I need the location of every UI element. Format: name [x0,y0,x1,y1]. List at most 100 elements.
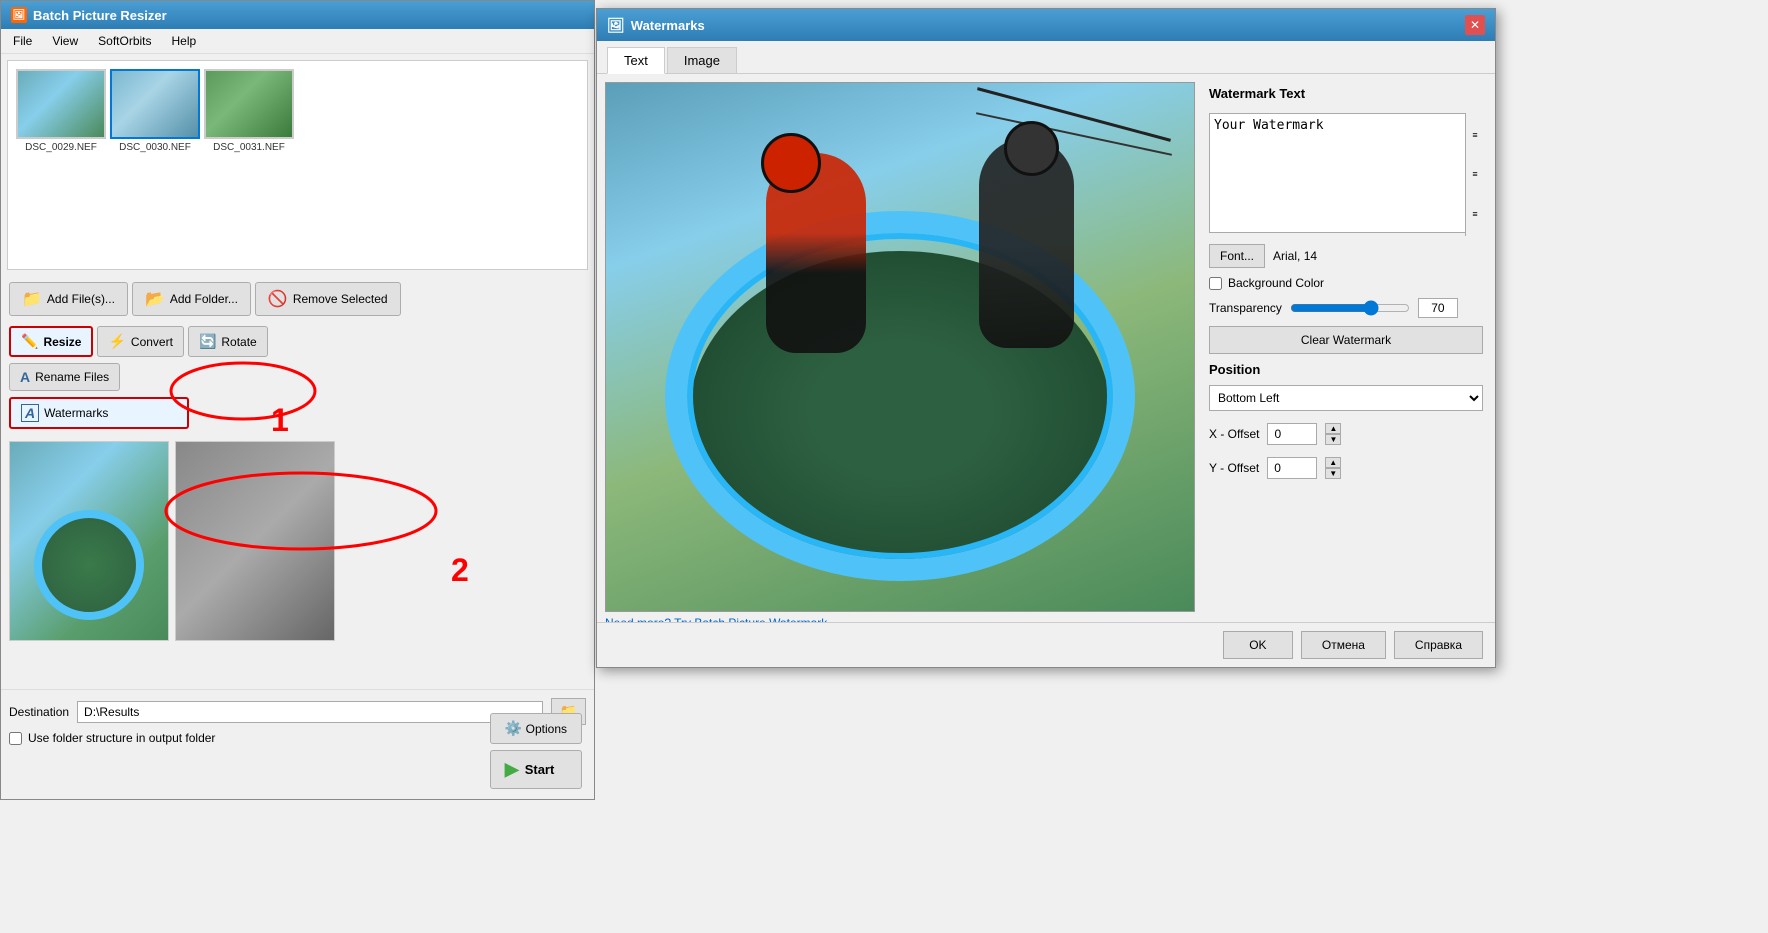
font-button[interactable]: Font... [1209,244,1265,268]
destination-label: Destination [9,705,69,719]
remove-selected-button[interactable]: 🚫 Remove Selected [255,282,401,316]
dialog-icon: 🖼 [607,17,625,34]
rotate-label: Rotate [221,335,256,349]
rename-label: Rename Files [35,370,109,384]
rotate-icon: 🔄 [199,333,216,350]
transparency-slider[interactable] [1290,300,1410,316]
watermark-text-input[interactable] [1209,113,1483,233]
transparency-label: Transparency [1209,301,1282,315]
transparency-value: 70 [1418,298,1458,318]
list-item[interactable]: DSC_0031.NEF [204,69,294,261]
thumb-image-2[interactable] [110,69,200,139]
align-left-icon[interactable]: ≡ [1468,128,1482,142]
options-icon: ⚙️ [505,720,522,736]
list-item[interactable]: DSC_0029.NEF [16,69,106,261]
list-item[interactable]: DSC_0030.NEF [110,69,200,261]
font-info-label: Arial, 14 [1273,249,1317,263]
right-panel: Watermark Text ≡ ≡ ≡ Font... Arial, 14 B… [1205,82,1487,634]
bg-color-label: Background Color [1228,276,1324,290]
main-titlebar: 🖼 Batch Picture Resizer [1,1,594,29]
preview-area: Need more? Try Batch Picture Watermark [605,82,1195,634]
watermarks-dialog: 🖼 Watermarks ✕ Text Image [596,8,1496,668]
convert-icon: ⚡ [108,333,125,350]
add-files-label: Add File(s)... [47,292,115,306]
cancel-button[interactable]: Отмена [1301,631,1386,659]
toolbar: 📁 Add File(s)... 📂 Add Folder... 🚫 Remov… [1,276,594,322]
dialog-tabs: Text Image [597,41,1495,74]
rename-files-button[interactable]: A Rename Files [9,363,120,391]
menu-softorbits[interactable]: SoftOrbits [94,32,155,50]
clear-watermark-button[interactable]: Clear Watermark [1209,326,1483,354]
thumbnail-area: DSC_0029.NEF DSC_0030.NEF DSC_0031.NEF [7,60,588,270]
y-offset-up[interactable]: ▲ [1325,457,1341,468]
start-button[interactable]: ▶ Start [490,750,582,789]
thumb-label-1: DSC_0029.NEF [25,142,97,153]
x-offset-spinners: ▲ ▼ [1325,423,1341,445]
add-folder-icon: 📂 [145,289,165,309]
options-button[interactable]: ⚙️ Options [490,713,582,744]
watermarks-label: Watermarks [44,406,108,420]
large-thumb-2[interactable] [175,441,335,641]
actions-row: ✏️ Resize ⚡ Convert 🔄 Rotate [1,322,594,361]
position-select[interactable]: Top Left Top Center Top Right Middle Lef… [1209,385,1483,411]
x-offset-down[interactable]: ▼ [1325,434,1341,445]
y-offset-down[interactable]: ▼ [1325,468,1341,479]
align-right-icon[interactable]: ≡ [1468,207,1482,221]
x-offset-input[interactable] [1267,423,1317,445]
actions-row-3: A Watermarks [1,395,594,433]
x-offset-label: X - Offset [1209,427,1259,441]
resize-label: Resize [43,335,81,349]
transparency-row: Transparency 70 [1209,298,1483,318]
dialog-close-button[interactable]: ✕ [1465,15,1485,35]
y-offset-label: Y - Offset [1209,461,1259,475]
add-folder-button[interactable]: 📂 Add Folder... [132,282,251,316]
bg-color-checkbox[interactable] [1209,277,1222,290]
options-label: Options [526,722,567,736]
tab-text[interactable]: Text [607,47,665,74]
dialog-title: Watermarks [631,18,705,33]
y-offset-input[interactable] [1267,457,1317,479]
y-offset-row: Y - Offset ▲ ▼ [1209,457,1483,479]
thumb-label-3: DSC_0031.NEF [213,142,285,153]
menu-help[interactable]: Help [168,32,201,50]
resize-icon: ✏️ [21,333,38,350]
position-label: Position [1209,362,1483,377]
add-files-icon: 📁 [22,289,42,309]
tab-image[interactable]: Image [667,47,737,73]
x-offset-up[interactable]: ▲ [1325,423,1341,434]
watermark-icon: A [21,404,39,422]
thumb-image-3[interactable] [204,69,294,139]
add-files-button[interactable]: 📁 Add File(s)... [9,282,128,316]
align-center-icon[interactable]: ≡ [1468,167,1482,181]
rotate-button[interactable]: 🔄 Rotate [188,326,268,357]
watermark-text-wrapper: ≡ ≡ ≡ [1209,113,1483,236]
resize-button[interactable]: ✏️ Resize [9,326,93,357]
thumbnail-list: DSC_0029.NEF DSC_0030.NEF DSC_0031.NEF [8,61,587,269]
help-button[interactable]: Справка [1394,631,1483,659]
start-label: Start [525,762,555,777]
main-title: Batch Picture Resizer [33,8,167,23]
app-icon: 🖼 [11,7,27,23]
menu-view[interactable]: View [48,32,82,50]
ok-button[interactable]: OK [1223,631,1293,659]
convert-button[interactable]: ⚡ Convert [97,326,183,357]
folder-structure-label: Use folder structure in output folder [28,731,215,745]
actions-row-2: A Rename Files [1,361,594,395]
large-thumb-1[interactable] [9,441,169,641]
menu-file[interactable]: File [9,32,36,50]
main-window: 🖼 Batch Picture Resizer File View SoftOr… [0,0,595,800]
destination-input[interactable]: D:\Results [77,701,543,723]
thumb-image-1[interactable] [16,69,106,139]
thumb-label-2: DSC_0030.NEF [119,142,191,153]
rename-icon: A [20,369,30,385]
side-buttons: ⚙️ Options ▶ Start [490,713,582,789]
add-folder-label: Add Folder... [170,292,238,306]
large-thumbnail-area [1,433,594,649]
preview-image [605,82,1195,612]
background-color-row: Background Color [1209,276,1483,290]
folder-structure-checkbox[interactable] [9,732,22,745]
bottom-area: Destination D:\Results 📁 Use folder stru… [1,689,594,799]
watermark-text-heading: Watermark Text [1209,86,1483,101]
menubar: File View SoftOrbits Help [1,29,594,54]
watermarks-button[interactable]: A Watermarks [9,397,189,429]
